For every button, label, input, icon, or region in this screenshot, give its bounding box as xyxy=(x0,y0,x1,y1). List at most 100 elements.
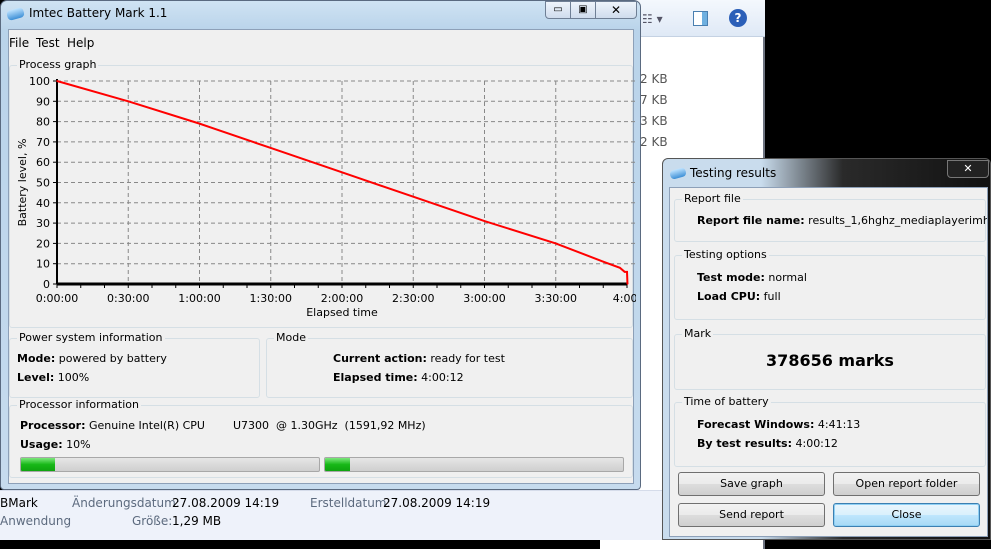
current-action-label: Current action: xyxy=(333,352,427,365)
level-value: 100% xyxy=(57,371,90,384)
processor-label: Processor: xyxy=(20,419,86,432)
main-client-area: File Test Help Process graph 0 10 20 30 40 50… xyxy=(8,29,636,484)
preview-pane-icon[interactable] xyxy=(693,11,708,26)
report-file-label: Report file name: xyxy=(697,214,805,227)
test-mode-label: Test mode: xyxy=(697,271,765,284)
created-value: 27.08.2009 14:19 xyxy=(383,496,491,510)
x-tick-label: 1:30:00 xyxy=(250,292,292,305)
level-label: Level: xyxy=(17,371,55,384)
by-test-label: By test results: xyxy=(697,437,792,450)
data-point xyxy=(626,283,629,285)
group-label: Processor information xyxy=(17,398,141,411)
close-dialog-button[interactable]: Close xyxy=(833,503,980,527)
forecast-label: Forecast Windows: xyxy=(697,418,815,431)
y-tick-label: 20 xyxy=(36,237,50,250)
data-point xyxy=(626,271,628,273)
file-name: BMark xyxy=(0,496,38,510)
y-tick-label: 80 xyxy=(36,116,50,129)
test-mode-value: normal xyxy=(768,271,807,284)
y-tick-label: 30 xyxy=(36,217,50,230)
group-label: Testing options xyxy=(682,248,769,261)
x-tick-label: 2:00:00 xyxy=(321,292,363,305)
by-test-value: 4:00:12 xyxy=(795,437,838,450)
dialog-client: Report file Report file name: results_1,… xyxy=(669,187,988,537)
y-tick-label: 60 xyxy=(36,156,50,169)
y-tick-label: 90 xyxy=(36,95,50,108)
elapsed-time-label: Elapsed time: xyxy=(333,371,418,384)
progress-fill xyxy=(21,458,56,471)
data-point xyxy=(602,260,605,263)
data-point xyxy=(56,80,58,82)
battery-mark-window: Imtec Battery Mark 1.1 ▭ ▣ ✕ File Test H… xyxy=(0,0,641,490)
send-report-button[interactable]: Send report xyxy=(678,503,825,527)
mode-group: Mode Current action: ready for test Elap… xyxy=(266,331,633,398)
y-axis-label: Battery level, % xyxy=(16,139,29,227)
mode-label: Mode: xyxy=(17,352,56,365)
file-size: 2 KB xyxy=(640,72,668,86)
group-label: Report file xyxy=(682,192,743,205)
created-label: Erstelldatum: xyxy=(310,496,391,510)
battery-chart: 0 10 20 30 40 50 60 70 80 90 100 0:00:00 0:30:00 1:00… xyxy=(16,75,636,319)
usage-value: 10% xyxy=(66,438,91,451)
x-tick-label: 4:00: xyxy=(613,292,636,305)
data-point xyxy=(623,271,626,273)
current-action-value: ready for test xyxy=(430,352,505,365)
group-label: Mode xyxy=(274,331,308,344)
open-report-folder-button[interactable]: Open report folder xyxy=(833,472,980,496)
process-graph-group: Process graph 0 10 20 30 40 50 60 70 80 90 100 0:00… xyxy=(9,58,636,328)
mode-value: powered by battery xyxy=(58,352,167,365)
load-cpu-value: full xyxy=(763,290,781,303)
file-size: 7 KB xyxy=(640,93,668,107)
modified-label: Änderungsdatum: xyxy=(72,496,180,510)
modified-value: 27.08.2009 14:19 xyxy=(172,496,280,510)
x-tick-label: 3:30:00 xyxy=(535,292,577,305)
data-point xyxy=(619,266,621,269)
usage-label: Usage: xyxy=(20,438,63,451)
data-point xyxy=(127,100,130,103)
group-label: Time of battery xyxy=(682,395,771,408)
dialog-close-icon[interactable]: ✕ xyxy=(947,160,989,178)
report-file-group: Report file Report file name: results_1,… xyxy=(674,192,988,242)
size-value: 1,29 MB xyxy=(172,514,222,528)
testing-options-group: Testing options Test mode: normal Load C… xyxy=(674,248,986,320)
x-tick-label: 0:00:00 xyxy=(36,292,78,305)
y-tick-label: 50 xyxy=(36,177,50,190)
mark-group: Mark 378656 marks xyxy=(674,327,986,390)
time-of-battery-group: Time of battery Forecast Windows: 4:41:1… xyxy=(674,395,986,467)
data-point xyxy=(554,242,557,245)
size-label: Größe: xyxy=(132,514,173,528)
explorer-details-pane: BMark Anwendung Änderungsdatum: 27.08.20… xyxy=(0,490,765,540)
cpu-core-1-progress xyxy=(20,457,320,472)
y-tick-label: 10 xyxy=(36,258,50,271)
data-point xyxy=(341,171,343,174)
group-label: Mark xyxy=(682,327,714,340)
save-graph-button[interactable]: Save graph xyxy=(678,472,825,496)
testing-results-dialog: Testing results ✕ Report file Report fil… xyxy=(662,158,991,540)
data-point xyxy=(198,122,201,125)
data-point xyxy=(483,220,486,222)
elapsed-time-value: 4:00:12 xyxy=(421,371,464,384)
cpu-core-2-progress xyxy=(324,457,624,472)
x-tick-label: 1:00:00 xyxy=(178,292,220,305)
y-tick-label: 0 xyxy=(43,278,50,291)
view-options-icon[interactable]: ☷ ▾ xyxy=(642,12,663,26)
processor-group: Processor information Processor: Genuine… xyxy=(9,398,633,478)
x-tick-label: 3:00:00 xyxy=(463,292,505,305)
y-tick-label: 100 xyxy=(29,75,50,88)
y-tick-label: 40 xyxy=(36,197,50,210)
y-tick-label: 70 xyxy=(36,136,50,149)
report-file-value: results_1,6hghz_mediaplayerimhintergrund xyxy=(808,214,988,227)
x-axis-label: Elapsed time xyxy=(306,306,378,319)
file-type: Anwendung xyxy=(0,514,72,528)
file-size: 3 KB xyxy=(640,114,668,128)
group-label: Power system information xyxy=(17,331,165,344)
app-battery-icon xyxy=(669,167,687,180)
mark-value: 378656 marks xyxy=(766,351,894,370)
x-tick-label: 0:30:00 xyxy=(107,292,149,305)
progress-fill xyxy=(325,458,351,471)
help-icon[interactable]: ? xyxy=(729,9,747,27)
processor-value: Genuine Intel(R) CPU U7300 @ 1.30GHz (15… xyxy=(89,419,426,432)
load-cpu-label: Load CPU: xyxy=(697,290,761,303)
file-size: 2 KB xyxy=(640,135,668,149)
power-system-group: Power system information Mode: powered b… xyxy=(9,331,260,398)
